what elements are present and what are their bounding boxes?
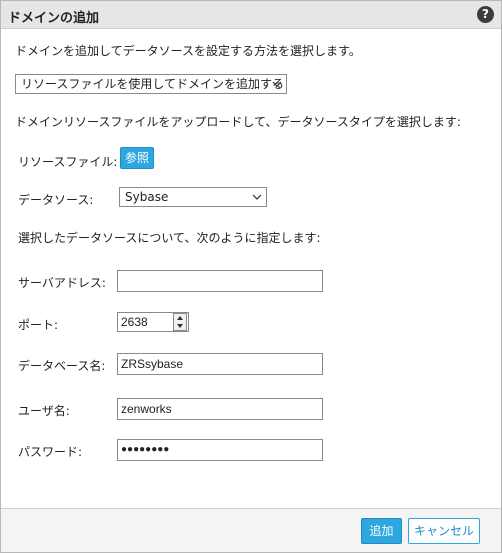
port-value: 2638 <box>121 315 148 329</box>
add-button[interactable]: 追加 <box>361 518 402 544</box>
chevron-down-icon <box>272 81 282 87</box>
data-source-value: Sybase <box>125 190 169 204</box>
spec-text: 選択したデータソースについて、次のように指定します: <box>18 231 321 245</box>
port-label: ポート: <box>18 318 59 332</box>
resource-file-label: リソースファイル: <box>18 155 118 169</box>
method-select[interactable]: リソースファイルを使用してドメインを追加する <box>15 74 287 94</box>
username-label: ユーザ名: <box>18 404 70 418</box>
chevron-down-icon <box>252 194 262 200</box>
stepper-down-icon[interactable] <box>174 322 186 330</box>
resource-intro-text: ドメインリソースファイルをアップロードして、データソースタイプを選択します: <box>15 115 461 129</box>
method-select-value: リソースファイルを使用してドメインを追加する <box>21 77 285 91</box>
intro-text: ドメインを追加してデータソースを設定する方法を選択します。 <box>15 44 361 58</box>
add-domain-dialog: ドメインの追加 ? ドメインを追加してデータソースを設定する方法を選択します。 … <box>0 0 502 553</box>
browse-button[interactable]: 参照 <box>120 147 154 169</box>
password-input[interactable]: ●●●●●●●● <box>117 439 323 461</box>
stepper-up-icon[interactable] <box>174 314 186 322</box>
server-address-label: サーバアドレス: <box>18 276 106 290</box>
help-icon[interactable]: ? <box>477 6 494 23</box>
data-source-label: データソース: <box>18 193 94 207</box>
server-address-input[interactable] <box>117 270 323 292</box>
database-name-label: データベース名: <box>18 359 106 373</box>
username-input[interactable]: zenworks <box>117 398 323 420</box>
database-name-input[interactable]: ZRSsybase <box>117 353 323 375</box>
dialog-footer: 追加 キャンセル <box>1 508 501 552</box>
cancel-button[interactable]: キャンセル <box>408 518 480 544</box>
password-label: パスワード: <box>18 445 83 459</box>
dialog-titlebar: ドメインの追加 ? <box>1 1 501 29</box>
dialog-title: ドメインの追加 <box>8 11 100 26</box>
data-source-select[interactable]: Sybase <box>119 187 267 207</box>
port-stepper[interactable] <box>173 313 187 331</box>
